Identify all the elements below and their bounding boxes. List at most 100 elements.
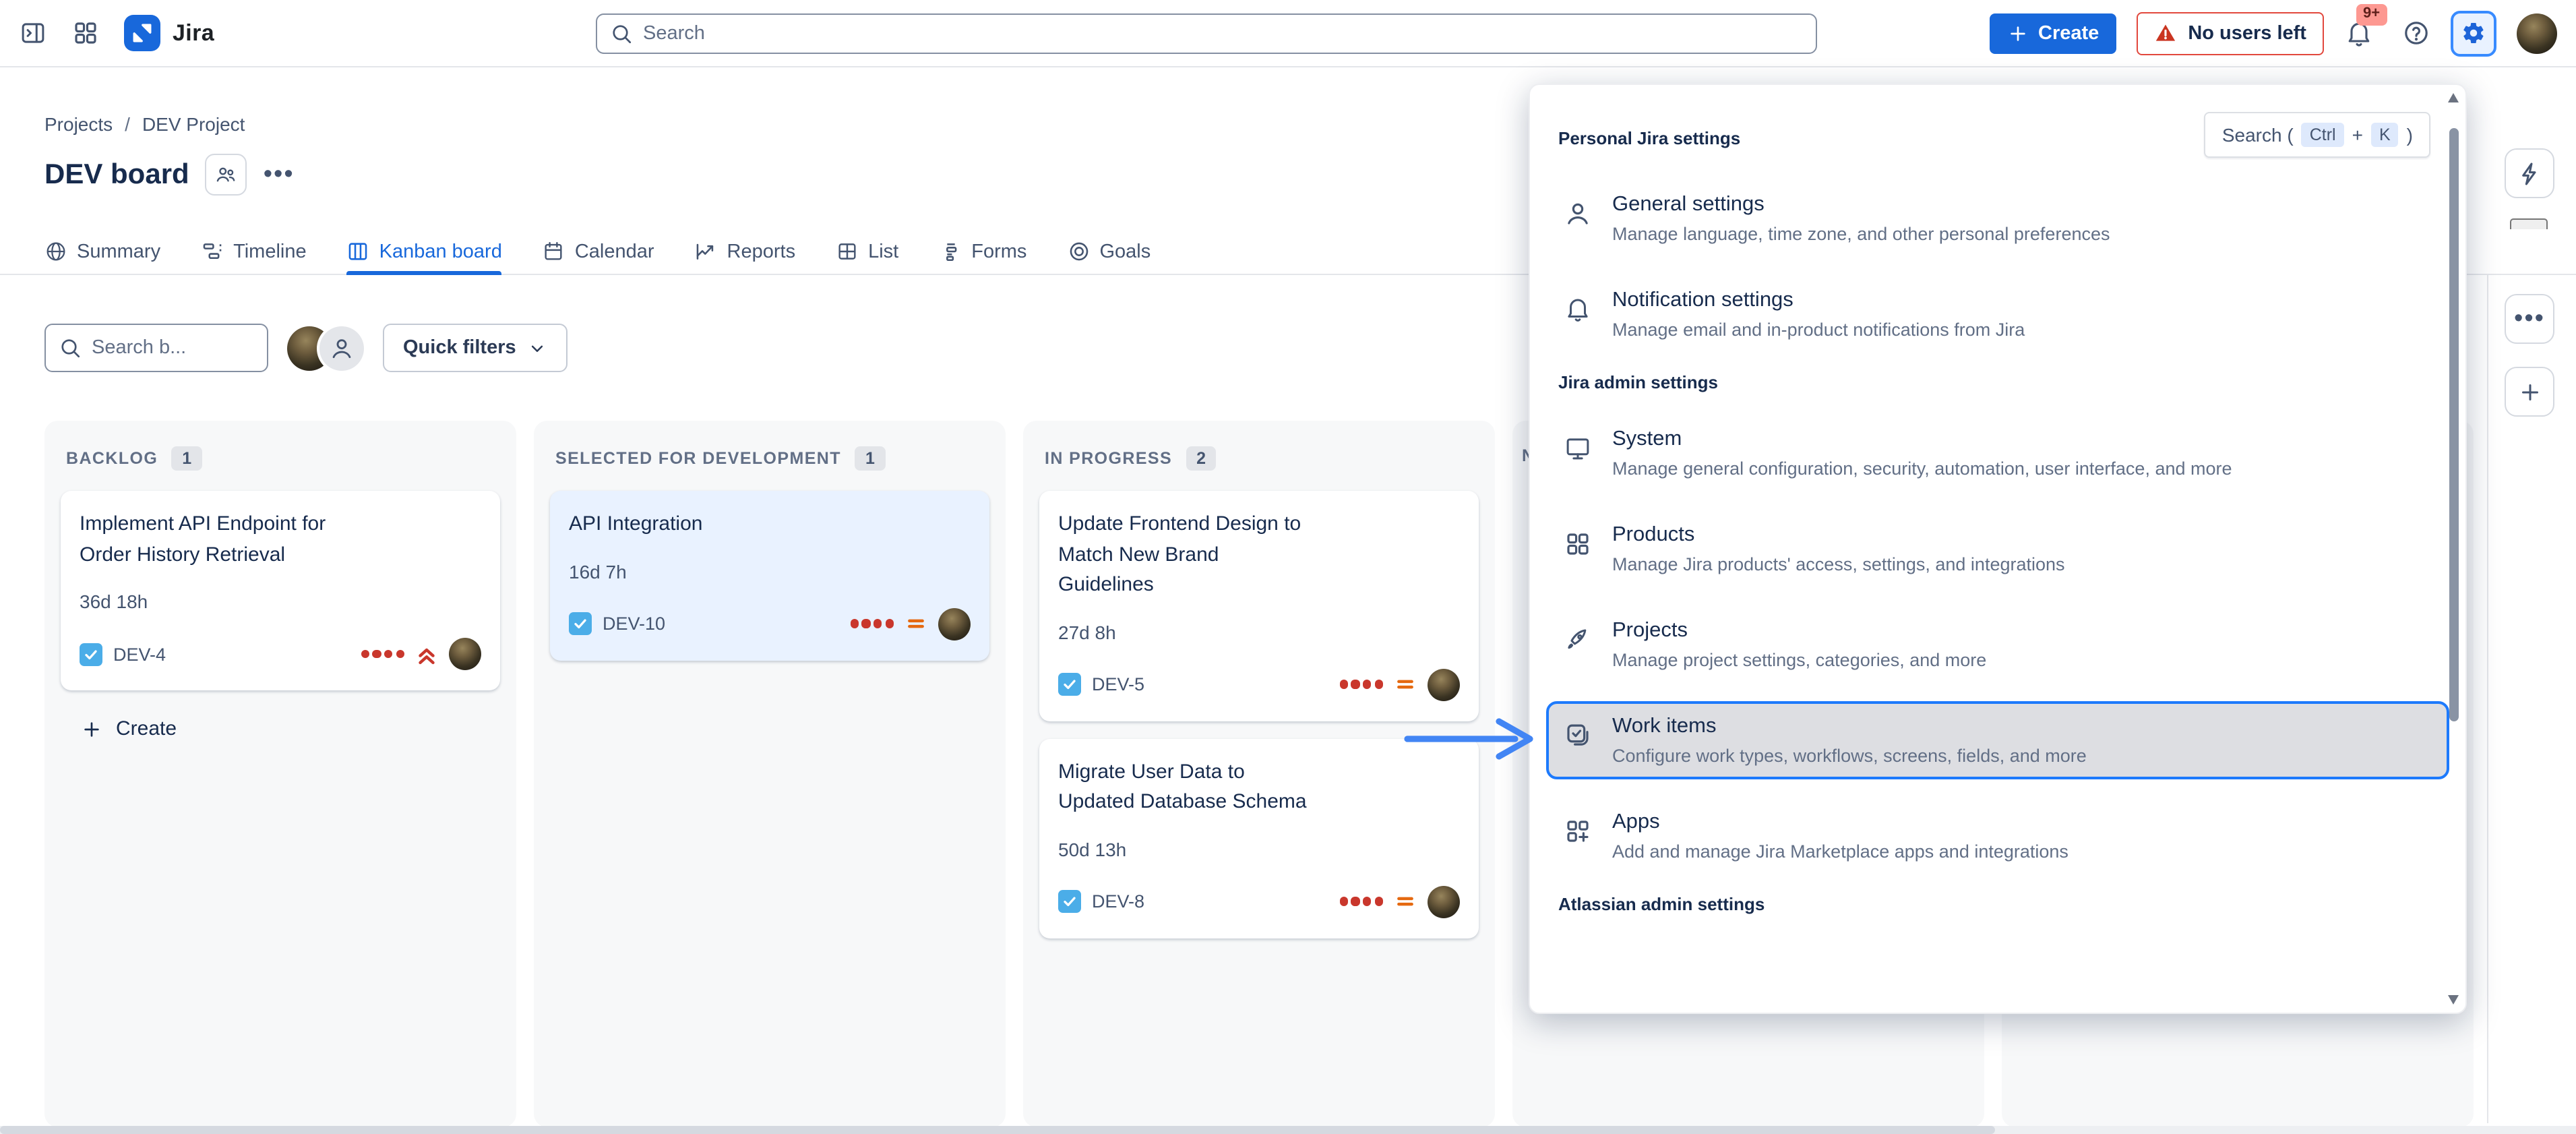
rail-divider	[2487, 275, 2488, 1123]
task-type-icon	[1058, 890, 1081, 913]
board-options-button[interactable]: •••	[2505, 294, 2554, 344]
quick-filters-button[interactable]: Quick filters	[383, 324, 568, 372]
add-column-button[interactable]	[2505, 367, 2554, 417]
tab-forms[interactable]: Forms	[939, 229, 1026, 274]
card-key: DEV-10	[603, 614, 665, 634]
column-count-badge: 2	[1186, 446, 1217, 471]
list-icon	[836, 240, 859, 263]
person-icon	[329, 335, 355, 361]
card-key: DEV-8	[1092, 891, 1144, 912]
lightning-icon	[2516, 160, 2543, 187]
section-atlassian-admin-settings: Atlassian admin settings	[1558, 894, 2455, 914]
column-backlog: BACKLOG 1 Implement API Endpoint for Ord…	[44, 421, 516, 1127]
rocket-icon	[1564, 626, 1592, 654]
menu-item-general-settings[interactable]: General settings Manage language, time z…	[1546, 179, 2449, 258]
keycap-ctrl: Ctrl	[2302, 123, 2344, 147]
card-dev-8[interactable]: Migrate User Data to Updated Database Sc…	[1039, 738, 1479, 938]
column-create-button[interactable]: Create	[61, 708, 500, 750]
priority-medium-icon	[1392, 889, 1418, 914]
notifications-badge: 9+	[2356, 3, 2387, 25]
scroll-down-arrow-icon	[2448, 995, 2459, 1005]
plus-icon	[2007, 22, 2029, 44]
tab-kanban-board[interactable]: Kanban board	[347, 229, 502, 274]
monitor-icon	[1564, 434, 1592, 462]
breadcrumb-projects-link[interactable]: Projects	[44, 113, 113, 135]
card-estimate: 36d 18h	[80, 591, 481, 612]
automation-button[interactable]	[2505, 148, 2554, 198]
plus-icon	[2517, 380, 2542, 404]
column-count-badge: 1	[855, 446, 886, 471]
column-title: SELECTED FOR DEVELOPMENT	[555, 449, 841, 468]
create-button[interactable]: Create	[1990, 13, 2116, 53]
column-count-badge: 1	[171, 446, 202, 471]
menu-item-projects[interactable]: Projects Manage project settings, catego…	[1546, 605, 2449, 684]
card-estimate: 16d 7h	[569, 560, 971, 582]
tab-list[interactable]: List	[836, 229, 898, 274]
global-search-input[interactable]	[596, 13, 1817, 54]
section-personal-jira-settings: Personal Jira settings	[1558, 128, 1740, 148]
jira-logo-icon	[124, 15, 160, 51]
assignee-avatar	[449, 638, 481, 670]
card-dev-5[interactable]: Update Frontend Design to Match New Bran…	[1039, 491, 1479, 721]
page-title: DEV board	[44, 158, 189, 191]
card-key: DEV-5	[1092, 674, 1144, 694]
globe-icon	[44, 240, 67, 263]
card-title: Implement API Endpoint for Order History…	[80, 510, 481, 570]
user-avatar[interactable]	[2517, 13, 2557, 53]
story-dots-icon	[1340, 897, 1384, 905]
tab-goals[interactable]: Goals	[1067, 229, 1151, 274]
sidebar-toggle-button[interactable]	[19, 19, 47, 47]
apps-icon	[1564, 817, 1592, 845]
task-type-icon	[569, 612, 592, 635]
breadcrumb-project-link[interactable]: DEV Project	[142, 113, 245, 135]
help-button[interactable]	[2402, 19, 2430, 47]
tab-summary[interactable]: Summary	[44, 229, 160, 274]
global-search	[596, 13, 1817, 54]
settings-search-button[interactable]: Search ( Ctrl + K )	[2205, 112, 2430, 158]
menu-item-system[interactable]: System Manage general configuration, sec…	[1546, 414, 2449, 492]
card-title: Update Frontend Design to Match New Bran…	[1058, 510, 1460, 601]
help-icon	[2402, 19, 2430, 47]
task-type-icon	[80, 643, 102, 665]
chevron-down-icon	[527, 338, 547, 358]
menu-item-apps[interactable]: Apps Add and manage Jira Marketplace app…	[1546, 797, 2449, 875]
sidebar-toggle-icon	[19, 19, 47, 47]
app-switcher-button[interactable]	[71, 19, 100, 47]
card-key: DEV-4	[113, 644, 166, 664]
work-items-icon	[1564, 721, 1592, 750]
no-users-left-button[interactable]: No users left	[2137, 11, 2324, 55]
card-estimate: 50d 13h	[1058, 838, 1460, 860]
tab-calendar[interactable]: Calendar	[543, 229, 654, 274]
menu-scrollbar[interactable]	[2448, 93, 2460, 1005]
unassigned-avatar[interactable]	[319, 326, 364, 370]
horizontal-scrollbar-thumb[interactable]	[0, 1126, 1995, 1134]
app-switcher-grid-icon	[71, 19, 100, 47]
menu-item-work-items[interactable]: Work items Configure work types, workflo…	[1546, 701, 2449, 779]
scrollbar-thumb[interactable]	[2449, 128, 2459, 721]
settings-button[interactable]	[2451, 10, 2496, 56]
horizontal-scrollbar[interactable]	[0, 1126, 2576, 1134]
scroll-up-arrow-icon	[2448, 93, 2459, 102]
forms-icon	[939, 240, 962, 263]
person-icon	[1564, 200, 1592, 228]
board-members-button[interactable]	[206, 154, 247, 196]
card-dev-4[interactable]: Implement API Endpoint for Order History…	[61, 491, 500, 690]
card-title: API Integration	[569, 510, 971, 540]
jira-app: Jira Create No users left 9+ Proj	[0, 0, 2576, 1134]
ellipsis-icon: •••	[2514, 306, 2545, 332]
people-icon	[215, 162, 238, 187]
card-dev-10[interactable]: API Integration 16d 7h DEV-10	[550, 491, 989, 660]
card-estimate: 27d 8h	[1058, 621, 1460, 643]
assignee-avatar	[938, 607, 971, 640]
menu-item-products[interactable]: Products Manage Jira products' access, s…	[1546, 510, 2449, 588]
tab-timeline[interactable]: Timeline	[201, 229, 307, 274]
jira-brand[interactable]: Jira	[124, 15, 214, 51]
notifications: 9+	[2344, 18, 2374, 48]
menu-item-notification-settings[interactable]: Notification settings Manage email and i…	[1546, 275, 2449, 353]
board-title-row: DEV board •••	[44, 154, 295, 196]
tab-reports[interactable]: Reports	[695, 229, 796, 274]
search-icon	[58, 336, 82, 360]
board-filter-bar: Quick filters	[44, 324, 568, 372]
priority-medium-icon	[1392, 672, 1418, 697]
board-more-button[interactable]: •••	[264, 162, 295, 187]
